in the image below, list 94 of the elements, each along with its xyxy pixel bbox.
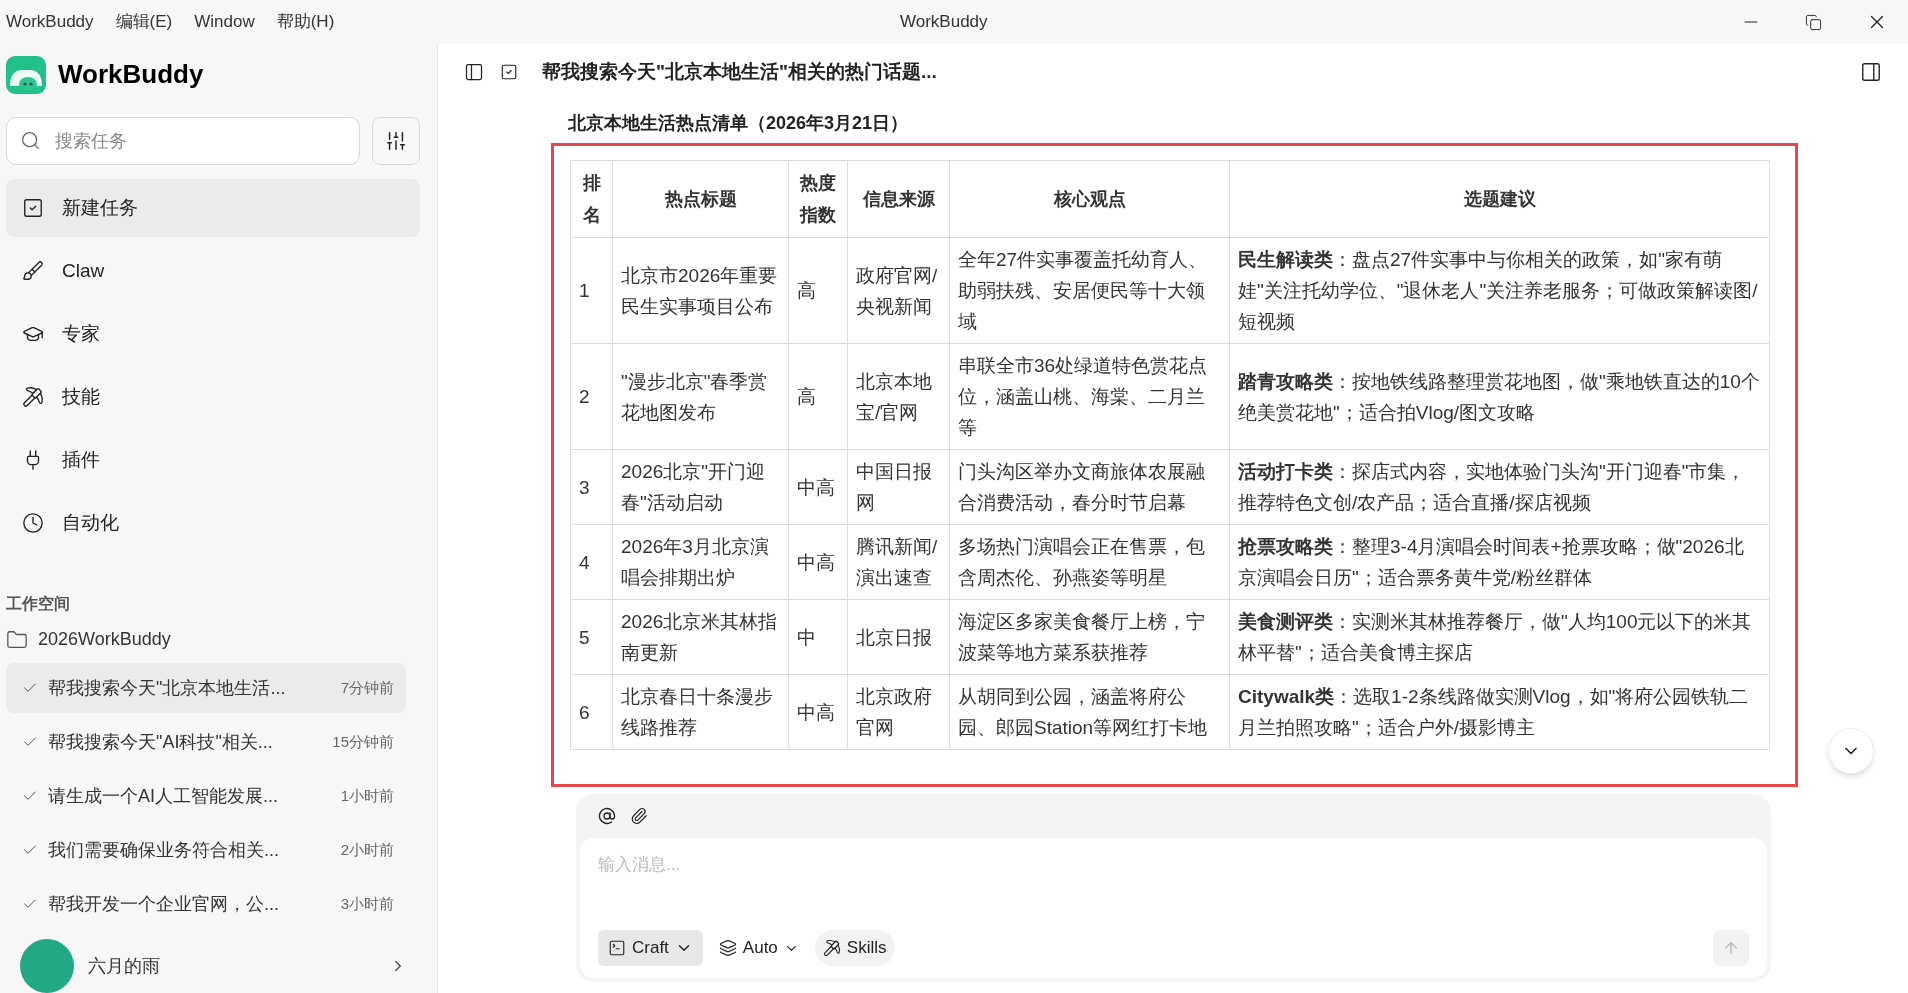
panel-toggle-icon[interactable] bbox=[1860, 61, 1882, 83]
table-cell: 全年27件实事覆盖托幼育人、助弱扶残、安居便民等十大领域 bbox=[949, 237, 1230, 344]
table-cell: 海淀区多家美食餐厅上榜，宁波菜等地方菜系获推荐 bbox=[949, 599, 1230, 675]
folder-name[interactable]: 2026WorkBuddy bbox=[38, 626, 171, 653]
menu-item[interactable]: Window bbox=[194, 9, 255, 35]
table-cell: 中国日报网 bbox=[847, 449, 950, 525]
brand-name: WorkBuddy bbox=[58, 58, 204, 91]
column-header: 选题建议 bbox=[1229, 160, 1770, 238]
menu-item[interactable]: 编辑(E) bbox=[115, 9, 173, 35]
mode-icon bbox=[718, 939, 737, 957]
column-header: 热度指数 bbox=[788, 160, 848, 238]
table-cell: 高 bbox=[788, 343, 848, 450]
nav-icon bbox=[22, 512, 44, 534]
nav-item[interactable]: 新建任务 bbox=[6, 179, 420, 237]
mode-button[interactable]: Skills bbox=[814, 930, 895, 966]
nav-item[interactable]: 技能 bbox=[6, 368, 420, 426]
table-cell: 中高 bbox=[788, 674, 848, 750]
column-header: 排名 bbox=[570, 160, 613, 238]
table-cell: 中高 bbox=[788, 524, 848, 600]
send-icon bbox=[1722, 939, 1740, 957]
section-label: 工作空间 bbox=[6, 594, 71, 614]
table-cell: 政府官网/央视新闻 bbox=[847, 237, 950, 344]
mention-icon[interactable] bbox=[598, 807, 616, 825]
table-cell: 北京政府官网 bbox=[847, 674, 950, 750]
table-cell: 从胡同到公园，涵盖将府公园、郎园Station等网红打卡地 bbox=[949, 674, 1230, 750]
table-cell: 串联全市36处绿道特色赏花点位，涵盖山桃、海棠、二月兰等 bbox=[949, 343, 1230, 450]
mode-icon bbox=[822, 939, 841, 957]
table-cell: 5 bbox=[570, 599, 613, 675]
table-cell: 腾讯新闻/演出速查 bbox=[847, 524, 950, 600]
attach-icon[interactable] bbox=[630, 807, 648, 825]
user-name: 六月的雨 bbox=[88, 954, 160, 978]
task-time: 3小时前 bbox=[340, 893, 394, 914]
column-header: 热点标题 bbox=[612, 160, 789, 238]
sidebar-toggle-icon[interactable] bbox=[464, 62, 484, 82]
table-cell: 2026北京米其林指南更新 bbox=[612, 599, 789, 675]
mode-button[interactable]: Auto bbox=[712, 930, 805, 966]
table-cell: Citywalk类：选取1-2条线路做实测Vlog，如"将府公园铁轨二月兰拍照攻略"；适合户外/摄影博主 bbox=[1229, 674, 1770, 750]
avatar bbox=[20, 939, 74, 993]
task-item[interactable]: 帮我搜索今天"AI科技"相关... 15分钟前 bbox=[6, 717, 406, 767]
nav-icon bbox=[22, 197, 44, 219]
task-item[interactable]: 我们需要确保业务符合相关... 2小时前 bbox=[6, 825, 406, 875]
task-time: 2小时前 bbox=[340, 839, 394, 860]
table-cell: 美食测评类：实测米其林推荐餐厅，做"人均100元以下的米其林平替"；适合美食博主探店 bbox=[1229, 599, 1770, 675]
nav-icon bbox=[22, 386, 44, 408]
conversation-title: 帮我搜索今天"北京本地生活"相关的热门话题... bbox=[542, 59, 937, 84]
task-time: 1小时前 bbox=[340, 785, 394, 806]
table-cell: 2026年3月北京演唱会排期出炉 bbox=[612, 524, 789, 600]
nav-item[interactable]: 自动化 bbox=[6, 494, 420, 552]
task-time: 7分钟前 bbox=[340, 677, 394, 698]
menu-item[interactable]: WorkBuddy bbox=[6, 9, 94, 35]
table-cell: 抢票攻略类：整理3-4月演唱会时间表+抢票攻略；做"2026北京演唱会日历"；适合票务黄牛党/粉丝群体 bbox=[1229, 524, 1770, 600]
table-cell: 北京日报 bbox=[847, 599, 950, 675]
column-header: 信息来源 bbox=[847, 160, 950, 238]
table-cell: 活动打卡类：探店式内容，实地体验门头沟"开门迎春"市集，推荐特色文创/农产品；适合直播/探店视频 bbox=[1229, 449, 1770, 525]
table-cell: 中 bbox=[788, 599, 848, 675]
column-header: 核心观点 bbox=[949, 160, 1230, 238]
task-item[interactable]: 请生成一个AI人工智能发展... 1小时前 bbox=[6, 771, 406, 821]
search-icon bbox=[20, 130, 41, 151]
table-cell: 中高 bbox=[788, 449, 848, 525]
table-cell: 多场热门演唱会正在售票，包含周杰伦、孙燕姿等明星 bbox=[949, 524, 1230, 600]
menu-item[interactable]: 帮助(H) bbox=[276, 9, 335, 35]
table-heading: 北京本地生活热点清单（2026年3月21日） bbox=[568, 112, 910, 135]
task-item[interactable]: 帮我开发一个企业官网，公... 3小时前 bbox=[6, 879, 406, 929]
table-cell: 北京市2026年重要民生实事项目公布 bbox=[612, 237, 789, 344]
nav-item[interactable]: Claw bbox=[6, 242, 420, 300]
table-cell: 1 bbox=[570, 237, 613, 344]
table-cell: 2 bbox=[570, 343, 613, 450]
table-cell: 6 bbox=[570, 674, 613, 750]
mode-button[interactable]: Craft bbox=[598, 930, 703, 966]
table-cell: 北京春日十条漫步线路推荐 bbox=[612, 674, 789, 750]
table-cell: 2026北京"开门迎春"活动启动 bbox=[612, 449, 789, 525]
table-cell: 3 bbox=[570, 449, 613, 525]
table-cell: 民生解读类：盘点27件实事中与你相关的政策，如"家有萌娃"关注托幼学位、"退休老人"关注养老服务；可做政策解读图/短视频 bbox=[1229, 237, 1770, 344]
folder-icon bbox=[6, 628, 28, 651]
mode-icon bbox=[608, 939, 626, 957]
table-cell: 4 bbox=[570, 524, 613, 600]
task-item[interactable]: 帮我搜索今天"北京本地生活... 7分钟前 bbox=[6, 663, 406, 713]
nav-item[interactable]: 专家 bbox=[6, 305, 420, 363]
nav-item[interactable]: 插件 bbox=[6, 431, 420, 489]
app-logo bbox=[6, 55, 46, 94]
table-cell: 北京本地宝/官网 bbox=[847, 343, 950, 450]
new-task-icon[interactable] bbox=[500, 63, 518, 81]
search-field[interactable]: 搜索任务 bbox=[6, 117, 360, 165]
window-title: WorkBuddy bbox=[900, 11, 988, 34]
task-time: 15分钟前 bbox=[332, 731, 394, 752]
filter-button[interactable] bbox=[372, 117, 420, 165]
restore-icon[interactable] bbox=[1805, 13, 1822, 31]
message-input[interactable]: 输入消息... bbox=[598, 852, 1749, 878]
table-cell: "漫步北京"春季赏花地图发布 bbox=[612, 343, 789, 450]
nav-icon bbox=[22, 260, 44, 282]
table-cell: 高 bbox=[788, 237, 848, 344]
sliders-icon bbox=[385, 130, 407, 152]
table-cell: 踏青攻略类：按地铁线路整理赏花地图，做"乘地铁直达的10个绝美赏花地"；适合拍Vlog/图文攻略 bbox=[1229, 343, 1770, 450]
table-cell: 门头沟区举办文商旅体农展融合消费活动，春分时节启幕 bbox=[949, 449, 1230, 525]
